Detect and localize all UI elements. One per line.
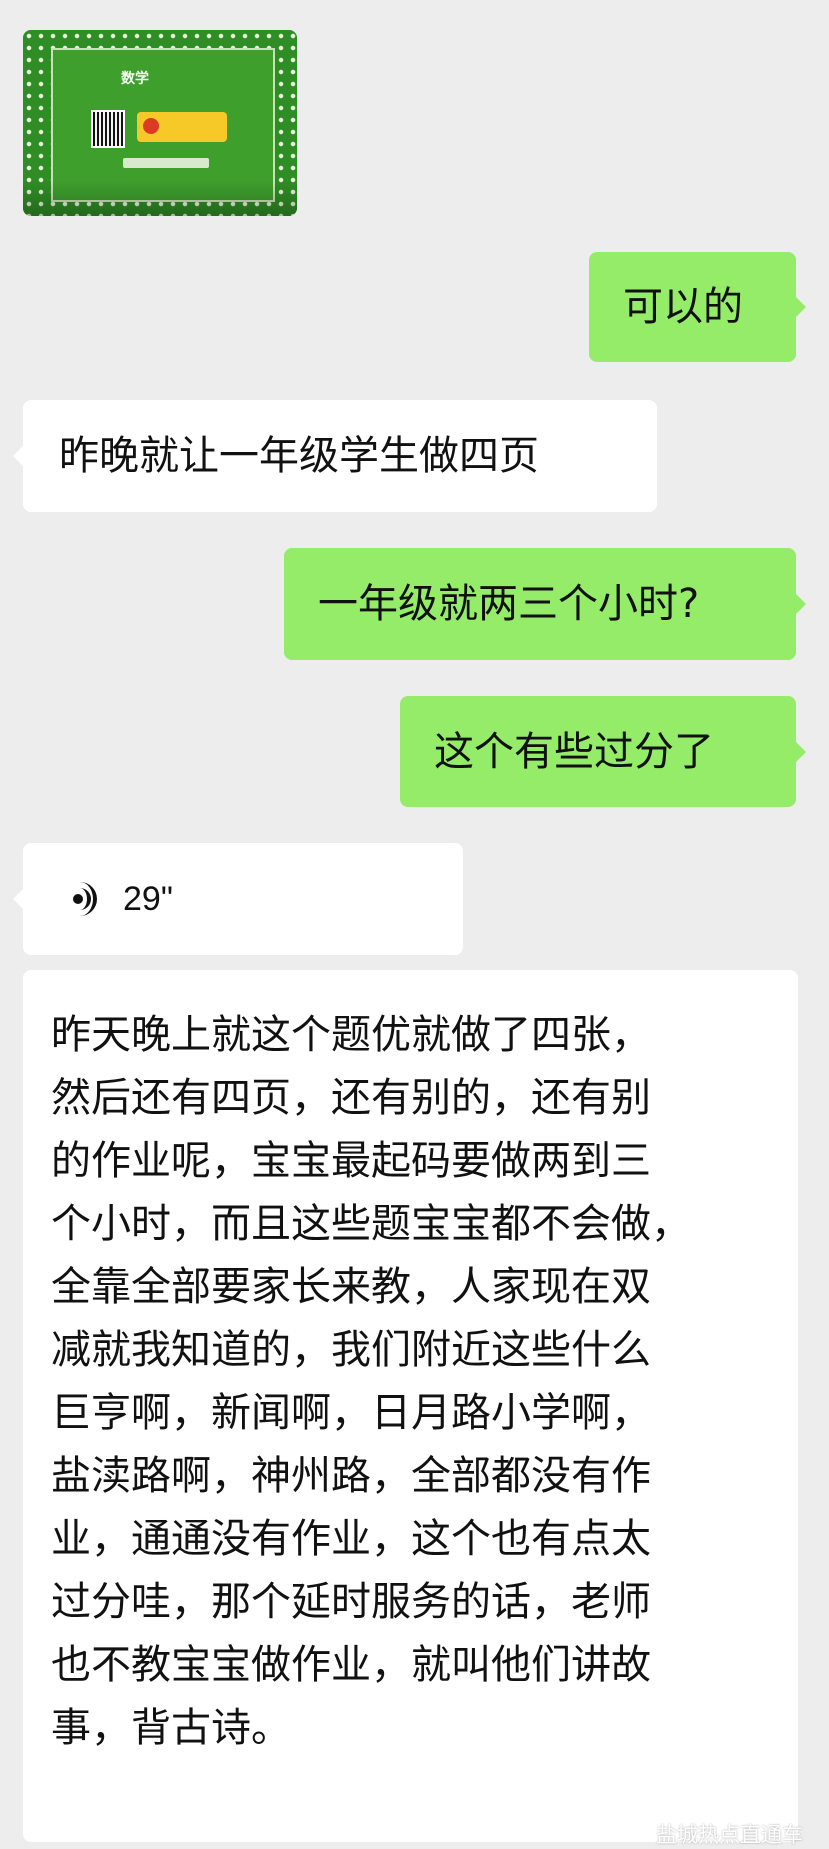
book-publisher-mark xyxy=(123,158,209,168)
message-bubble-sent[interactable]: 这个有些过分了 xyxy=(400,696,806,807)
watermark: 盐城热点直通车 xyxy=(630,1819,803,1849)
message-bubble-sent[interactable]: 一年级就两三个小时? xyxy=(284,548,806,660)
message-text: 一年级就两三个小时? xyxy=(318,581,700,627)
voice-wave-icon xyxy=(67,878,109,920)
qr-code xyxy=(91,110,125,148)
message-bubble-sent[interactable]: 可以的 xyxy=(589,252,806,362)
book-title: 数学 xyxy=(121,71,149,87)
message-line: 减就我知道的，我们附近这些什么 xyxy=(51,1327,651,1373)
message-line: 巨亨啊，新闻啊，日月路小学啊， xyxy=(51,1390,651,1436)
image-message[interactable]: 数学 xyxy=(23,30,297,216)
message-line: 事，背古诗。 xyxy=(51,1705,291,1751)
message-line: 过分哇，那个延时服务的话，老师 xyxy=(51,1579,651,1625)
message-text: 这个有些过分了 xyxy=(434,728,714,775)
image-shadow xyxy=(23,180,297,216)
bubble-tail xyxy=(796,741,806,762)
bubble-tail xyxy=(796,297,806,317)
message-line: 盐渎路啊，神州路，全部都没有作 xyxy=(51,1453,651,1499)
message-line: 也不教宝宝做作业，就叫他们讲故 xyxy=(51,1642,651,1688)
message-bubble-received-long[interactable]: 昨天晚上就这个题优就做了四张， 然后还有四页，还有别的，还有别 的作业呢，宝宝最… xyxy=(23,970,798,1842)
bubble-tail xyxy=(13,889,23,909)
voice-duration: 29" xyxy=(123,879,173,918)
bubble-tail xyxy=(796,594,806,614)
book-badge-dot xyxy=(143,118,159,134)
wechat-icon xyxy=(630,1826,650,1842)
message-line: 然后还有四页，还有别的，还有别 xyxy=(51,1075,651,1121)
bubble-tail xyxy=(13,446,23,466)
message-line: 昨天晚上就这个题优就做了四张， xyxy=(51,1012,651,1058)
message-text: 可以的 xyxy=(623,284,743,330)
chat-view: 数学 可以的 昨晚就让一年级学生做四页 一年级就两三个小时? 这个有些过分了 2… xyxy=(0,0,829,1847)
message-line: 业，通通没有作业，这个也有点太 xyxy=(51,1516,651,1562)
message-bubble-received[interactable]: 昨晚就让一年级学生做四页 xyxy=(13,400,657,512)
voice-message[interactable]: 29" xyxy=(13,843,463,955)
message-text: 昨晚就让一年级学生做四页 xyxy=(59,433,539,479)
watermark-text: 盐城热点直通车 xyxy=(656,1823,803,1847)
message-line: 的作业呢，宝宝最起码要做两到三 xyxy=(51,1138,651,1184)
message-line: 全靠全部要家长来教，人家现在双 xyxy=(51,1264,651,1310)
message-line: 个小时，而且这些题宝宝都不会做， xyxy=(51,1201,691,1247)
